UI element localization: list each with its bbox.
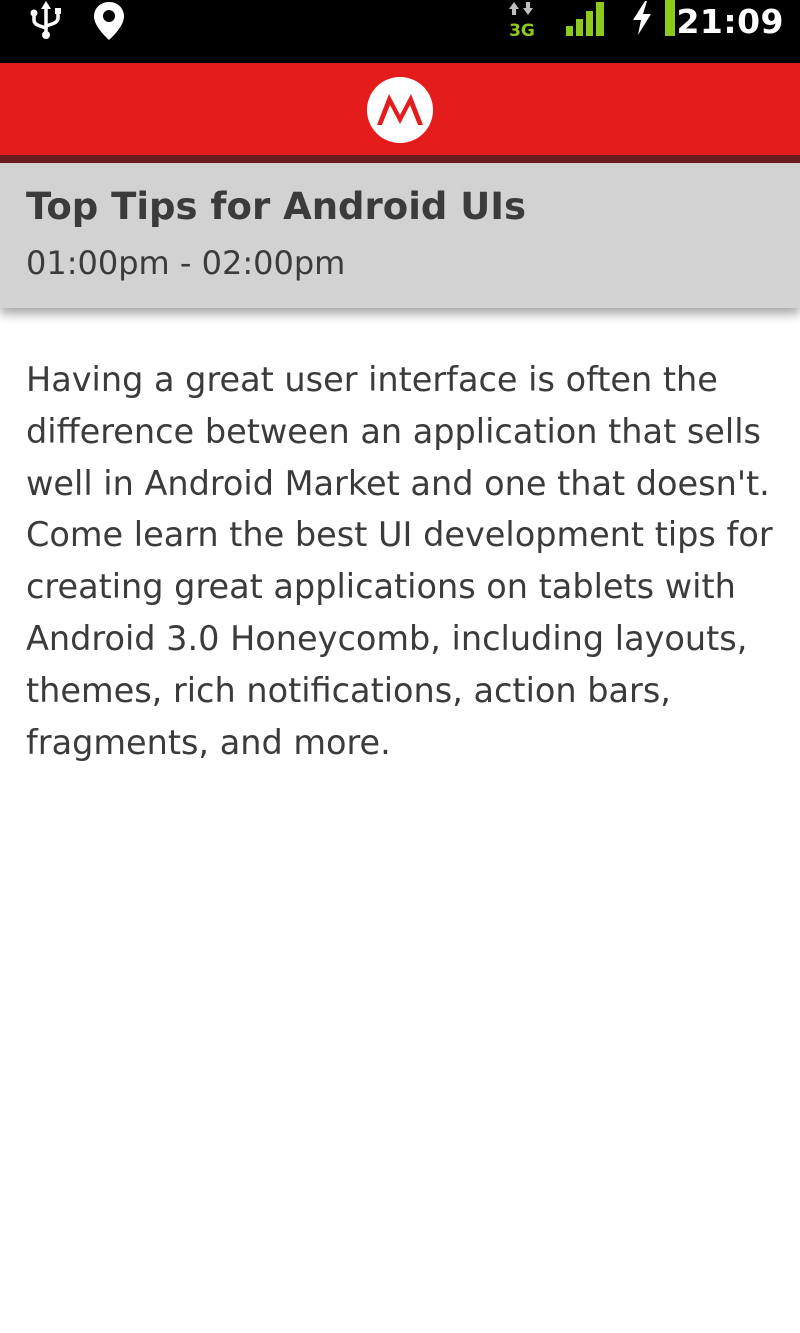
brand-bar	[0, 63, 800, 155]
motorola-logo-icon	[365, 75, 435, 149]
session-title: Top Tips for Android UIs	[26, 185, 527, 228]
session-time: 01:00pm - 02:00pm	[26, 244, 346, 282]
location-icon	[92, 0, 126, 46]
network-type-label: 3G	[509, 21, 535, 40]
session-description: Having a great user interface is often t…	[26, 360, 773, 762]
signal-icon	[565, 0, 607, 42]
charging-icon	[630, 0, 654, 40]
status-bar: 3G 21:09	[0, 0, 800, 63]
status-clock: 21:09	[676, 2, 784, 41]
brand-bar-edge	[0, 155, 800, 163]
usb-icon	[28, 0, 64, 44]
network-3g-icon: 3G	[505, 0, 539, 44]
